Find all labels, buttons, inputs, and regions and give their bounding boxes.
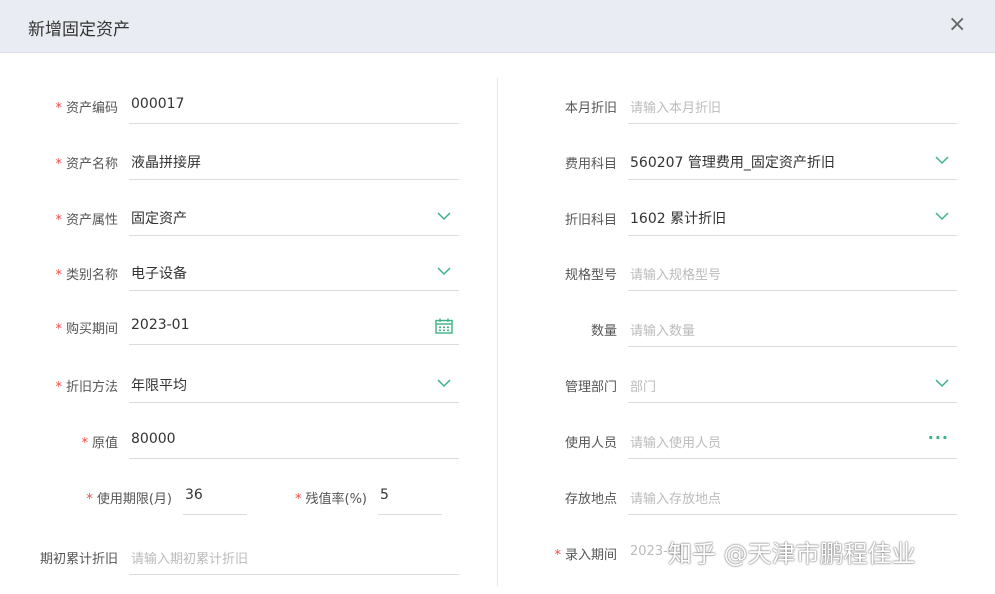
close-icon[interactable]: × [948, 13, 966, 37]
dep-subject-row: 折旧科目 1602 累计折旧 [498, 201, 958, 236]
dept-select[interactable]: 部门 [628, 368, 957, 403]
asset-code-label: * 资产编码 [55, 101, 118, 116]
month-dep-label: 本月折旧 [564, 101, 617, 116]
spec-input[interactable]: 请输入规格型号 [628, 256, 957, 291]
asset-attr-row: * 资产属性 固定资产 [0, 201, 460, 236]
original-value-input[interactable]: 80000 [129, 424, 459, 459]
chevron-down-icon[interactable] [935, 209, 949, 223]
category-row: * 类别名称 电子设备 [0, 256, 460, 291]
dialog-header: 新增固定资产 × [0, 0, 995, 53]
quantity-row: 数量 请输入数量 [498, 312, 958, 347]
location-input[interactable]: 请输入存放地点 [628, 480, 957, 515]
life-residual-row: * 使用期限(月) 36 * 残值率(%) 5 [0, 480, 460, 515]
asset-code-input[interactable]: 000017 [129, 89, 459, 124]
initial-acc-dep-label: 期初累计折旧 [39, 552, 118, 567]
expense-subject-row: 费用科目 560207 管理费用_固定资产折旧 [498, 145, 958, 180]
initial-acc-dep-input[interactable]: 请输入期初累计折旧 [129, 540, 459, 575]
month-dep-row: 本月折旧 请输入本月折旧 [498, 89, 958, 124]
chevron-down-icon[interactable] [935, 153, 949, 167]
chevron-down-icon[interactable] [437, 209, 451, 223]
expense-subject-select[interactable]: 560207 管理费用_固定资产折旧 [628, 145, 957, 180]
original-value-row: * 原值 80000 [0, 424, 460, 459]
user-input[interactable]: 请输入使用人员 ··· [628, 424, 957, 459]
location-row: 存放地点 请输入存放地点 [498, 480, 958, 515]
dep-method-label: * 折旧方法 [55, 380, 118, 395]
dep-subject-select[interactable]: 1602 累计折旧 [628, 201, 957, 236]
asset-attr-select[interactable]: 固定资产 [129, 201, 459, 236]
quantity-label: 数量 [590, 324, 617, 339]
dep-method-select[interactable]: 年限平均 [129, 368, 459, 403]
life-input[interactable]: 36 [183, 480, 247, 515]
purchase-period-picker[interactable]: 2023-01 [129, 310, 459, 345]
more-icon[interactable]: ··· [928, 428, 949, 447]
life-label: * 使用期限(月) [86, 492, 172, 507]
spec-label: 规格型号 [564, 268, 617, 283]
user-label: 使用人员 [564, 436, 617, 451]
category-label: * 类别名称 [55, 268, 118, 283]
expense-subject-label: 费用科目 [564, 157, 617, 172]
purchase-period-label: * 购买期间 [55, 322, 118, 337]
original-value-label: * 原值 [81, 436, 118, 451]
asset-code-row: * 资产编码 000017 [0, 89, 460, 124]
chevron-down-icon[interactable] [437, 376, 451, 390]
calendar-icon[interactable] [435, 318, 453, 334]
purchase-period-row: * 购买期间 2023-01 [0, 310, 460, 345]
spec-row: 规格型号 请输入规格型号 [498, 256, 958, 291]
chevron-down-icon[interactable] [935, 376, 949, 390]
location-label: 存放地点 [564, 492, 617, 507]
dept-label: 管理部门 [564, 380, 617, 395]
quantity-input[interactable]: 请输入数量 [628, 312, 957, 347]
asset-attr-label: * 资产属性 [55, 213, 118, 228]
month-dep-input[interactable]: 请输入本月折旧 [628, 89, 957, 124]
dep-method-row: * 折旧方法 年限平均 [0, 368, 460, 403]
asset-name-label: * 资产名称 [55, 157, 118, 172]
residual-input[interactable]: 5 [378, 480, 442, 515]
asset-name-input[interactable]: 液晶拼接屏 [129, 145, 459, 180]
entry-period-label: * 录入期间 [554, 548, 617, 563]
dep-subject-label: 折旧科目 [564, 213, 617, 228]
initial-acc-dep-row: 期初累计折旧 请输入期初累计折旧 [0, 540, 460, 575]
dept-row: 管理部门 部门 [498, 368, 958, 403]
user-row: 使用人员 请输入使用人员 ··· [498, 424, 958, 459]
dialog-title: 新增固定资产 [28, 20, 130, 40]
chevron-down-icon[interactable] [437, 264, 451, 278]
watermark: 知乎 @天津市鹏程佳业 [668, 540, 916, 568]
asset-name-row: * 资产名称 液晶拼接屏 [0, 145, 460, 180]
category-select[interactable]: 电子设备 [129, 256, 459, 291]
residual-label: * 残值率(%) [295, 492, 367, 507]
